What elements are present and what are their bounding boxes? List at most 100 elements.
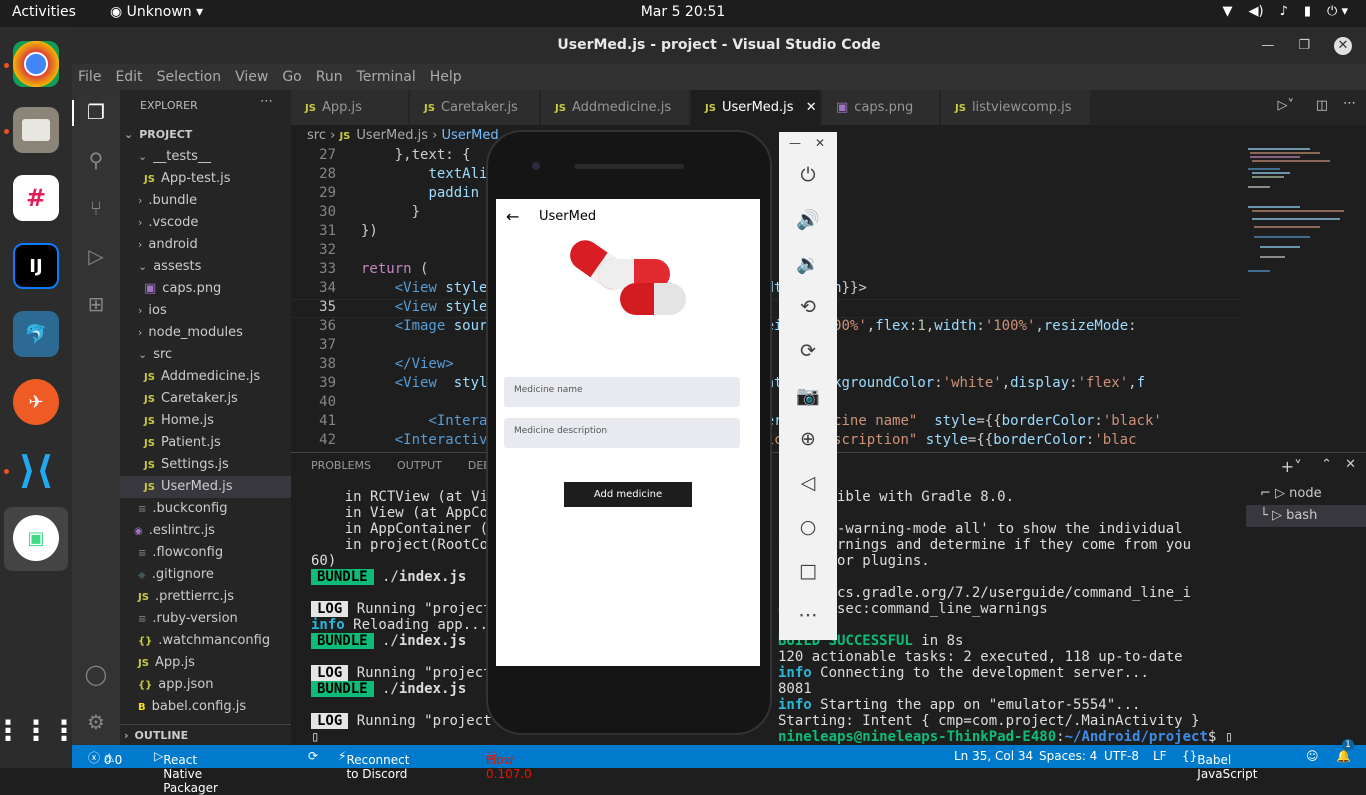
menu-run[interactable]: Run <box>316 69 343 85</box>
system-tray[interactable]: ▼ ◀) ♪ ▮ ⏻ ▾ <box>1223 4 1348 19</box>
menu-file[interactable]: File <box>78 69 101 85</box>
tree-folder[interactable]: ⌄ assests <box>120 256 291 278</box>
terminal-output-right[interactable]: ncompatible with Gradle 8.0. use '--warn… <box>778 489 1233 745</box>
explorer-icon[interactable]: ❐ <box>84 100 108 124</box>
close-icon[interactable]: ✕ <box>1334 36 1352 55</box>
postman-icon[interactable]: ✈ <box>13 379 59 425</box>
tree-file[interactable]: JS .prettierrc.js <box>120 586 291 608</box>
restore-icon[interactable]: ❐ <box>1298 38 1310 53</box>
tree-file[interactable]: JS Caretaker.js <box>120 388 291 410</box>
tab-output[interactable]: OUTPUT <box>397 459 442 472</box>
slack-icon[interactable]: # <box>13 175 59 221</box>
tab-listviewcomp-js[interactable]: JS listviewcomp.js <box>941 90 1091 125</box>
home-icon[interactable]: ○ <box>779 516 837 538</box>
emu-close-icon[interactable]: ✕ <box>815 136 825 150</box>
close-panel-icon[interactable]: ✕ <box>1345 457 1356 472</box>
breadcrumb-src[interactable]: src <box>307 128 326 143</box>
outline-section[interactable]: › OUTLINE <box>120 724 291 746</box>
tree-folder[interactable]: ⌄ __tests__ <box>120 146 291 168</box>
tree-folder[interactable]: › ios <box>120 300 291 322</box>
more-actions-icon[interactable]: ⋯ <box>1343 96 1356 111</box>
clock[interactable]: Mar 5 20:51 <box>0 4 1366 20</box>
minimize-icon[interactable]: — <box>1261 38 1274 53</box>
close-tab-icon[interactable]: ✕ <box>806 100 817 115</box>
tab-app-js[interactable]: JS App.js <box>291 90 409 125</box>
zoom-icon[interactable]: ⊕ <box>779 428 837 450</box>
notifications-icon[interactable]: 🔔 <box>1336 749 1351 763</box>
volume-up-icon[interactable]: 🔊 <box>779 208 837 231</box>
split-editor-icon[interactable]: ◫ <box>1316 98 1328 113</box>
chrome-icon[interactable] <box>13 41 59 87</box>
line-ending[interactable]: LF <box>1153 749 1167 763</box>
cursor-position[interactable]: Ln 35, Col 34 <box>954 749 1033 763</box>
problems-status[interactable]: ⓧ 0 ⚠ 0 <box>88 749 122 767</box>
search-icon[interactable]: ⚲ <box>84 148 108 172</box>
overview-icon[interactable]: □ <box>779 560 837 582</box>
indentation[interactable]: Spaces: 4 <box>1039 749 1097 763</box>
rotate-right-icon[interactable]: ⟳ <box>779 340 837 362</box>
menu-terminal[interactable]: Terminal <box>357 69 416 85</box>
new-terminal-icon[interactable]: +˅ <box>1281 457 1302 476</box>
tree-file[interactable]: JS Patient.js <box>120 432 291 454</box>
tree-file[interactable]: ≡ .ruby-version <box>120 608 291 630</box>
menu-help[interactable]: Help <box>430 69 462 85</box>
tree-file[interactable]: Bbabel.config.js <box>120 696 291 718</box>
project-folder[interactable]: ⌄ PROJECT <box>120 124 291 146</box>
flow-status[interactable]: Flow 0.107.0 ⓧ <box>486 749 532 781</box>
tree-file[interactable]: JS Settings.js <box>120 454 291 476</box>
feedback-icon[interactable]: ☺ <box>1306 749 1319 763</box>
language-mode[interactable]: {} Babel JavaScript <box>1182 749 1257 781</box>
tree-file[interactable]: ≡ .buckconfig <box>120 498 291 520</box>
minimap[interactable] <box>1240 147 1352 287</box>
android-emulator-icon[interactable]: ▣ <box>13 515 59 561</box>
tree-file[interactable]: ◉ .eslintrc.js <box>120 520 291 542</box>
run-dropdown-icon[interactable]: ▷˅ <box>1278 98 1295 113</box>
tab-caretaker-js[interactable]: JS Caretaker.js <box>410 90 540 125</box>
medicine-name-input[interactable]: Medicine name <box>504 377 740 407</box>
tab-addmedicine-js[interactable]: JS Addmedicine.js <box>541 90 690 125</box>
tab-problems[interactable]: PROBLEMS <box>311 459 371 472</box>
add-medicine-button[interactable]: Add medicine <box>564 482 692 507</box>
tree-file[interactable]: JS App-test.js <box>120 168 291 190</box>
files-icon[interactable] <box>13 107 59 153</box>
terminal-node[interactable]: ⌐ ▷ node <box>1246 483 1366 505</box>
discord-status[interactable]: ⚡ Reconnect to Discord <box>338 749 409 781</box>
tree-file[interactable]: JS App.js <box>120 652 291 674</box>
terminal-output-left[interactable]: in RCTView (at Vie in View (at AppCon in… <box>311 489 496 745</box>
more-actions-icon[interactable]: ⋯ <box>260 94 273 109</box>
tree-file[interactable]: JS Home.js <box>120 410 291 432</box>
power-button-icon[interactable]: ⏻ <box>779 164 837 186</box>
medicine-description-input[interactable]: Medicine description <box>504 418 740 448</box>
tree-file[interactable]: JS Addmedicine.js <box>120 366 291 388</box>
account-icon[interactable]: ◯ <box>84 662 108 686</box>
tree-file[interactable]: {} app.json <box>120 674 291 696</box>
menu-edit[interactable]: Edit <box>115 69 142 85</box>
back-arrow-icon[interactable]: ← <box>506 207 519 226</box>
tree-file[interactable]: {} .watchmanconfig <box>120 630 291 652</box>
mysql-workbench-icon[interactable]: 🐬 <box>13 311 59 357</box>
emu-minimize-icon[interactable]: — <box>789 136 801 150</box>
volume-down-icon[interactable]: 🔉 <box>779 252 837 275</box>
vscode-icon[interactable]: ⟩⟨ <box>13 447 59 493</box>
phone-screen[interactable]: ← UserMed Medicine name Medicine descrip… <box>496 199 760 666</box>
tree-file[interactable]: ◆ .gitignore <box>120 564 291 586</box>
source-control-icon[interactable]: ⑂ <box>84 196 108 220</box>
settings-gear-icon[interactable]: ⚙ <box>84 710 108 734</box>
tree-file-selected[interactable]: JS UserMed.js <box>120 476 291 498</box>
menu-go[interactable]: Go <box>282 69 301 85</box>
tab-caps-png[interactable]: ▣ caps.png <box>822 90 940 125</box>
packager-status[interactable]: ▷ React Native Packager <box>154 749 218 795</box>
menu-selection[interactable]: Selection <box>157 69 222 85</box>
intellij-icon[interactable]: IJ <box>13 243 59 289</box>
breadcrumb-symbol[interactable]: UserMed <box>441 128 498 143</box>
extensions-icon[interactable]: ⊞ <box>84 292 108 316</box>
run-debug-icon[interactable]: ▷ <box>84 244 108 268</box>
tree-file[interactable]: ▣ caps.png <box>120 278 291 300</box>
tree-folder[interactable]: › .bundle <box>120 190 291 212</box>
breadcrumb-file[interactable]: UserMed.js <box>356 128 428 143</box>
sync-icon[interactable]: ⟳ <box>308 749 318 763</box>
tree-folder[interactable]: ⌄ src <box>120 344 291 366</box>
tree-folder[interactable]: › .vscode <box>120 212 291 234</box>
menu-view[interactable]: View <box>235 69 268 85</box>
more-options-icon[interactable]: ⋯ <box>779 604 837 626</box>
